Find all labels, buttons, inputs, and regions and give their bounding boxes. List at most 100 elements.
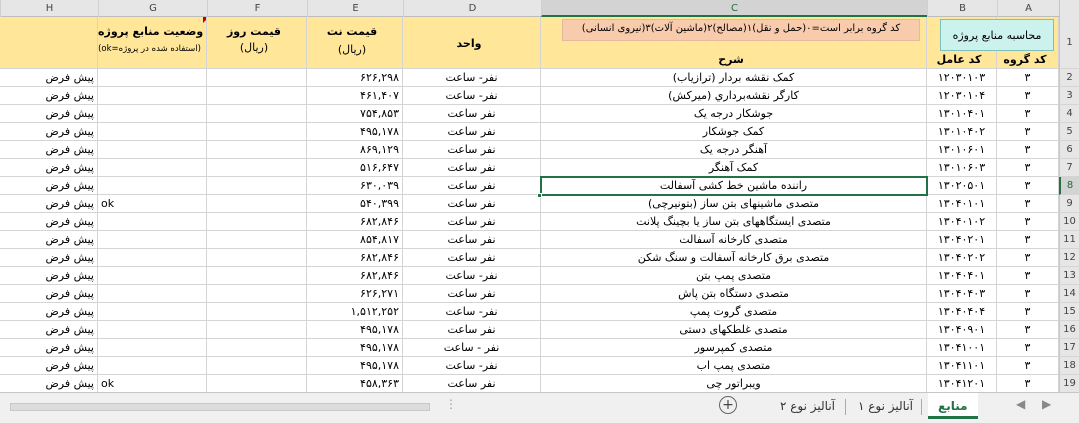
row-header-12[interactable]: 12 <box>1059 249 1079 267</box>
unit-cell[interactable]: نفر- ساعت <box>403 87 541 105</box>
row-header-3[interactable]: 3 <box>1059 87 1079 105</box>
net-price-cell[interactable]: ۶۸۲,۸۴۶ <box>307 267 403 285</box>
daily-price-cell[interactable] <box>207 141 307 159</box>
used-flag-cell[interactable] <box>98 321 207 339</box>
row-header-18[interactable]: 18 <box>1059 357 1079 375</box>
unit-cell[interactable]: نفر - ساعت <box>403 339 541 357</box>
used-flag-cell[interactable] <box>98 339 207 357</box>
status-cell[interactable]: پیش فرض <box>0 123 98 141</box>
description-cell[interactable]: متصدی کارخانه آسفالت <box>541 231 927 249</box>
daily-price-cell[interactable] <box>207 177 307 195</box>
used-flag-cell[interactable]: ok <box>98 375 207 392</box>
status-cell[interactable]: پیش فرض <box>0 285 98 303</box>
factor-code-cell[interactable]: ۱۳۰۴۰۴۰۱ <box>927 267 997 285</box>
row-header-16[interactable]: 16 <box>1059 321 1079 339</box>
unit-cell[interactable]: نفر ساعت <box>403 195 541 213</box>
daily-price-cell[interactable] <box>207 231 307 249</box>
group-code-cell[interactable]: ۳ <box>997 249 1059 267</box>
daily-price-cell[interactable] <box>207 285 307 303</box>
group-code-cell[interactable]: ۳ <box>997 69 1059 87</box>
net-price-cell[interactable]: ۸۵۴,۸۱۷ <box>307 231 403 249</box>
row-header-19[interactable]: 19 <box>1059 375 1079 392</box>
calculate-project-resources-button[interactable]: محاسبه منابع پروژه <box>940 19 1054 51</box>
factor-code-cell[interactable]: ۱۲۰۳۰۱۰۳ <box>927 69 997 87</box>
add-sheet-icon[interactable]: + <box>719 396 737 414</box>
net-price-cell[interactable]: ۸۶۹,۱۲۹ <box>307 141 403 159</box>
row-header-14[interactable]: 14 <box>1059 285 1079 303</box>
more-options-icon[interactable]: ⋮ <box>445 397 457 411</box>
factor-code-cell[interactable]: ۱۲۰۳۰۱۰۴ <box>927 87 997 105</box>
group-code-cell[interactable]: ۳ <box>997 267 1059 285</box>
factor-code-cell[interactable]: ۱۳۰۴۰۲۰۲ <box>927 249 997 267</box>
description-cell[interactable]: کمک نقشه بردار (ترازیاب) <box>541 69 927 87</box>
group-code-cell[interactable]: ۳ <box>997 303 1059 321</box>
used-flag-cell[interactable] <box>98 303 207 321</box>
description-cell[interactable]: کارگر نقشه‌برداري (میرکش) <box>541 87 927 105</box>
status-cell[interactable]: پیش فرض <box>0 321 98 339</box>
status-cell[interactable]: پیش فرض <box>0 375 98 392</box>
used-flag-cell[interactable] <box>98 213 207 231</box>
used-flag-cell[interactable] <box>98 87 207 105</box>
row-header-8[interactable]: 8 <box>1059 177 1079 195</box>
description-cell[interactable]: متصدی پمپ اب <box>541 357 927 375</box>
daily-price-cell[interactable] <box>207 321 307 339</box>
used-flag-cell[interactable] <box>98 105 207 123</box>
description-cell[interactable]: جوشکار درجه یک <box>541 105 927 123</box>
tab-analysis-type-2[interactable]: آنالیز نوع ۲ <box>770 393 845 419</box>
row-header-10[interactable]: 10 <box>1059 213 1079 231</box>
next-sheet-icon[interactable]: ▶ <box>1042 397 1051 411</box>
unit-cell[interactable]: نفر ساعت <box>403 321 541 339</box>
group-code-cell[interactable]: ۳ <box>997 321 1059 339</box>
group-code-cell[interactable]: ۳ <box>997 177 1059 195</box>
row-header-17[interactable]: 17 <box>1059 339 1079 357</box>
net-price-cell[interactable]: ۶۳۰,۰۳۹ <box>307 177 403 195</box>
status-cell[interactable]: پیش فرض <box>0 105 98 123</box>
unit-cell[interactable]: نفر ساعت <box>403 213 541 231</box>
column-header-a[interactable]: A <box>997 0 1059 17</box>
description-cell[interactable]: ویبراتور چی <box>541 375 927 392</box>
unit-cell[interactable]: نفر- ساعت <box>403 69 541 87</box>
description-cell[interactable]: متصدی پمپ بتن <box>541 267 927 285</box>
status-cell[interactable]: پیش فرض <box>0 195 98 213</box>
net-price-cell[interactable]: ۴۹۵,۱۷۸ <box>307 357 403 375</box>
factor-code-cell[interactable]: ۱۳۰۴۰۱۰۲ <box>927 213 997 231</box>
status-cell[interactable]: پیش فرض <box>0 159 98 177</box>
row-header-11[interactable]: 11 <box>1059 231 1079 249</box>
factor-code-cell[interactable]: ۱۳۰۴۰۴۰۴ <box>927 303 997 321</box>
group-code-cell[interactable]: ۳ <box>997 195 1059 213</box>
net-price-cell[interactable]: ۶۸۲,۸۴۶ <box>307 249 403 267</box>
net-price-cell[interactable]: ۵۱۶,۶۴۷ <box>307 159 403 177</box>
header-cell-d[interactable]: واحد <box>403 17 541 69</box>
status-cell[interactable]: پیش فرض <box>0 213 98 231</box>
column-header-c[interactable]: C <box>541 0 927 17</box>
daily-price-cell[interactable] <box>207 303 307 321</box>
factor-code-cell[interactable]: ۱۳۰۴۱۰۰۱ <box>927 339 997 357</box>
unit-cell[interactable]: نفر ساعت <box>403 249 541 267</box>
status-cell[interactable]: پیش فرض <box>0 87 98 105</box>
fill-handle[interactable] <box>537 193 542 198</box>
group-code-cell[interactable]: ۳ <box>997 159 1059 177</box>
used-flag-cell[interactable]: ok <box>98 195 207 213</box>
used-flag-cell[interactable] <box>98 141 207 159</box>
row-header-2[interactable]: 2 <box>1059 69 1079 87</box>
factor-code-cell[interactable]: ۱۳۰۱۰۶۰۳ <box>927 159 997 177</box>
column-header-e[interactable]: E <box>307 0 403 17</box>
row-header-15[interactable]: 15 <box>1059 303 1079 321</box>
factor-code-cell[interactable]: ۱۳۰۱۰۶۰۱ <box>927 141 997 159</box>
used-flag-cell[interactable] <box>98 285 207 303</box>
net-price-cell[interactable]: ۷۵۴,۸۵۳ <box>307 105 403 123</box>
status-cell[interactable]: پیش فرض <box>0 177 98 195</box>
factor-code-cell[interactable]: ۱۳۰۱۰۴۰۲ <box>927 123 997 141</box>
unit-cell[interactable]: نفر ساعت <box>403 159 541 177</box>
factor-code-cell[interactable]: ۱۳۰۴۰۱۰۱ <box>927 195 997 213</box>
description-cell[interactable]: متصدی ماشینهای بتن ساز (بتونیرچی) <box>541 195 927 213</box>
factor-code-cell[interactable]: ۱۳۰۲۰۵۰۱ <box>927 177 997 195</box>
factor-code-cell[interactable]: ۱۳۰۴۰۲۰۱ <box>927 231 997 249</box>
unit-cell[interactable]: نفر- ساعت <box>403 357 541 375</box>
unit-cell[interactable]: نفر- ساعت <box>403 267 541 285</box>
daily-price-cell[interactable] <box>207 159 307 177</box>
row-header-9[interactable]: 9 <box>1059 195 1079 213</box>
used-flag-cell[interactable] <box>98 69 207 87</box>
description-cell[interactable]: متصدی برق کارخانه آسفالت و سنگ شکن <box>541 249 927 267</box>
daily-price-cell[interactable] <box>207 123 307 141</box>
